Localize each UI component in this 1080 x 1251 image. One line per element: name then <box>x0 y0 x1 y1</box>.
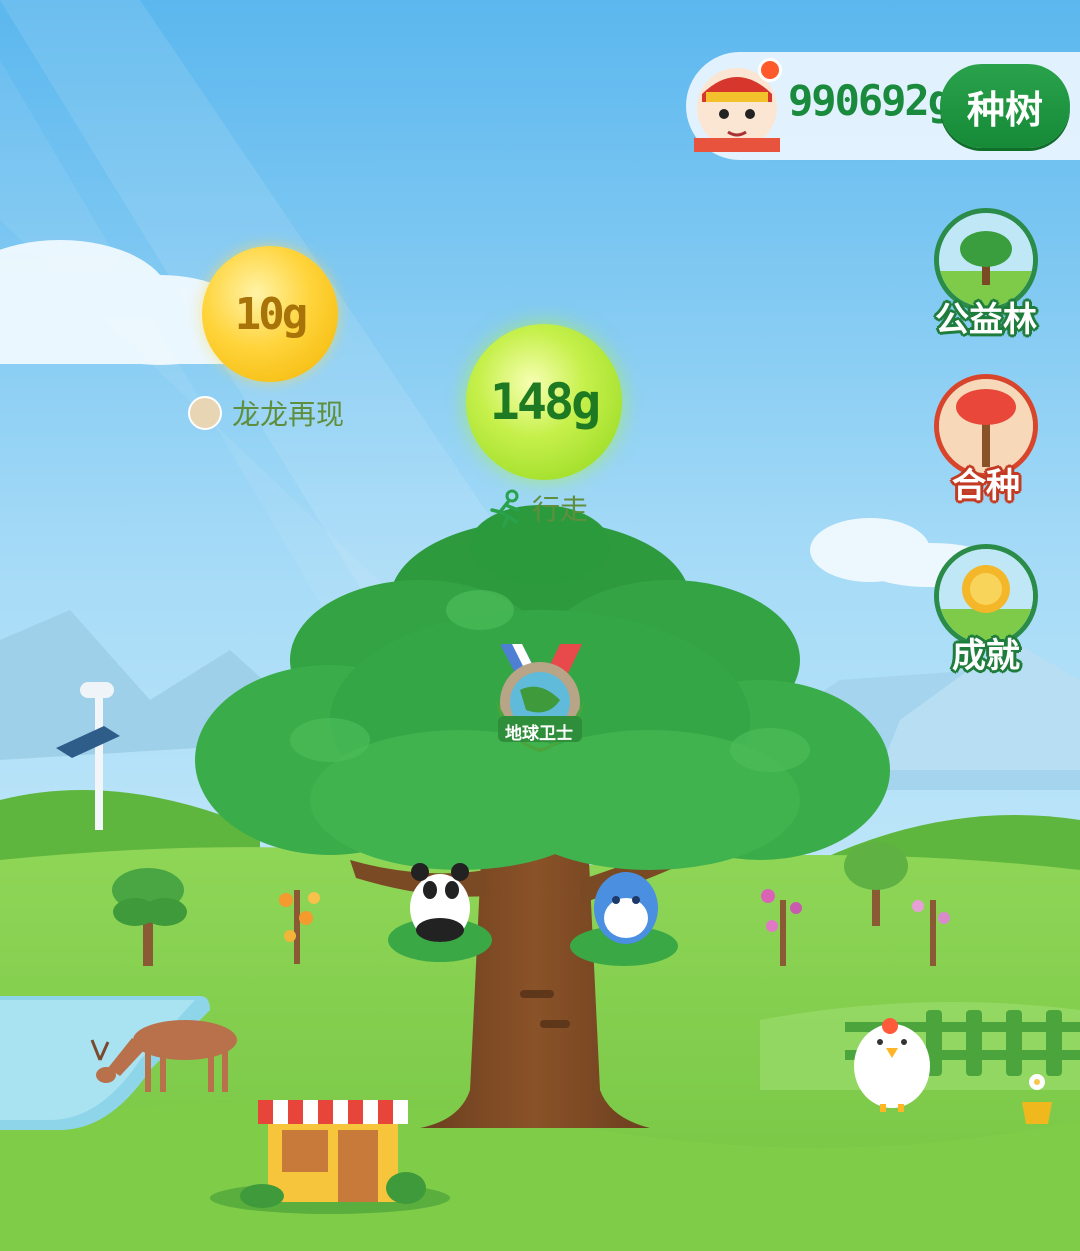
bubble-source-caption: 龙龙再现 <box>188 393 344 433</box>
medal-label: 地球卫士 <box>505 724 573 744</box>
side-button-label: 合种 <box>952 466 1020 506</box>
plant-tree-button[interactable]: 种树 <box>940 64 1070 148</box>
side-button-label: 公益林 <box>935 300 1037 340</box>
co-plant-button[interactable]: 合种 <box>928 374 1044 506</box>
forest-scene <box>0 0 1080 1251</box>
bubble-source-caption: 行走 <box>486 488 588 528</box>
side-button-label: 成就 <box>952 636 1020 676</box>
walking-icon <box>490 489 520 528</box>
bubble-source-label: 龙龙再现 <box>232 398 345 431</box>
bubble-source-label: 行走 <box>532 493 589 526</box>
public-forest-button[interactable]: 公益林 <box>928 208 1044 340</box>
achievement-button[interactable]: 成就 <box>928 544 1044 676</box>
friend-avatar-icon <box>188 396 222 430</box>
energy-bubble-green[interactable]: 148g <box>466 324 622 480</box>
energy-total-value: 990692g <box>788 76 953 125</box>
energy-bubble-yellow[interactable]: 10g <box>202 246 338 382</box>
notification-dot <box>758 58 782 82</box>
